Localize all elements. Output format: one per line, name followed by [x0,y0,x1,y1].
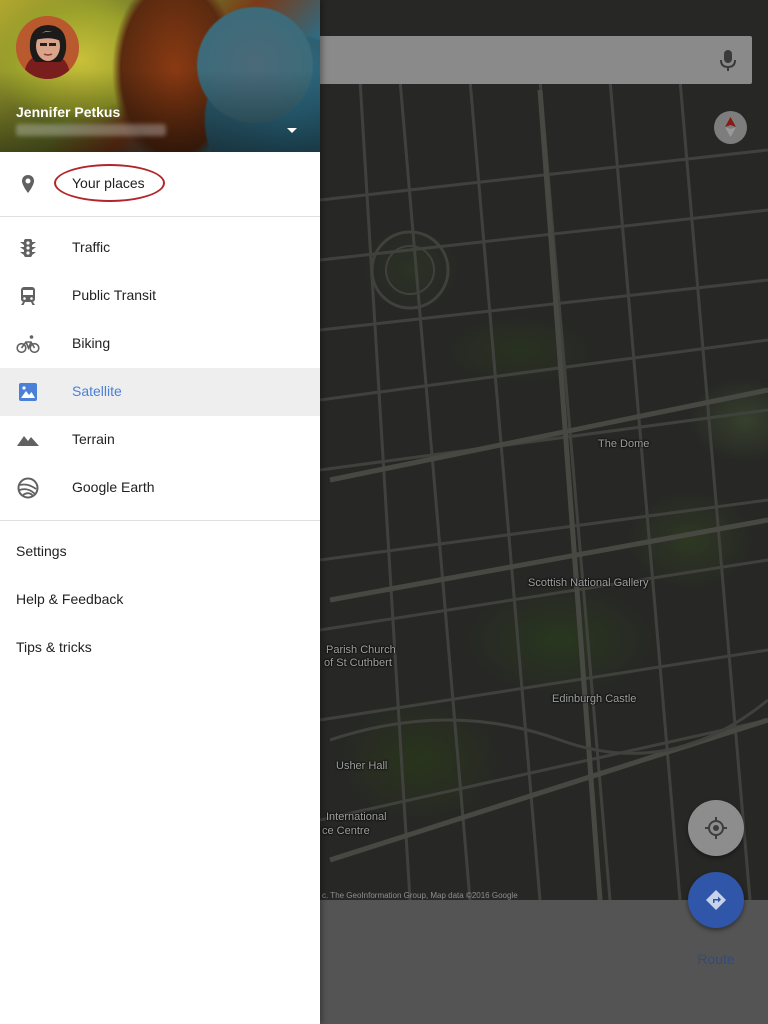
directions-icon [706,890,726,910]
menu-item-label: Google Earth [72,479,155,495]
menu-item-label: Satellite [72,383,122,399]
traffic-light-icon [20,239,36,257]
user-email-redacted [16,124,166,136]
avatar[interactable] [16,16,79,79]
train-icon [21,287,35,305]
menu-item-label: Help & Feedback [16,591,124,607]
menu-item-label: Settings [16,543,67,559]
crosshair-icon [705,817,727,839]
bicycle-icon [16,335,40,354]
menu-item-label: Public Transit [72,287,157,303]
user-name: Jennifer Petkus [16,104,121,120]
compass-icon [725,117,736,137]
menu-item-label: Tips & tricks [16,639,92,655]
menu-item-label: Terrain [72,431,115,447]
my-location-button[interactable] [688,800,744,856]
menu-item-google-earth[interactable]: Google Earth [0,464,320,512]
menu-item-terrain[interactable]: Terrain [0,416,320,464]
menu-item-public-transit[interactable]: Public Transit [0,272,320,320]
account-header[interactable]: Jennifer Petkus [0,0,320,152]
menu-item-settings[interactable]: Settings [0,528,320,576]
highlight-annotation-circle [54,164,165,202]
menu-item-traffic[interactable]: Traffic [0,224,320,272]
place-pin-icon [22,175,34,193]
navigation-drawer: Jennifer Petkus Your places Traffic Publ… [0,0,320,1024]
menu-item-satellite[interactable]: Satellite [0,368,320,416]
search-bar[interactable] [300,36,752,84]
profile-photo [16,16,79,79]
menu-item-label: Traffic [72,239,111,255]
divider [0,520,320,521]
divider [0,216,320,217]
compass-button[interactable] [714,111,747,144]
directions-button[interactable] [688,872,744,928]
mountain-icon [17,436,39,446]
satellite-image-icon [19,383,37,401]
menu-item-label: Biking [72,335,111,351]
chevron-down-icon[interactable] [282,122,302,138]
menu-item-tips-tricks[interactable]: Tips & tricks [0,624,320,672]
menu-item-help-feedback[interactable]: Help & Feedback [0,576,320,624]
menu-item-biking[interactable]: Biking [0,320,320,368]
google-earth-icon [17,477,39,499]
microphone-icon[interactable] [720,50,736,72]
